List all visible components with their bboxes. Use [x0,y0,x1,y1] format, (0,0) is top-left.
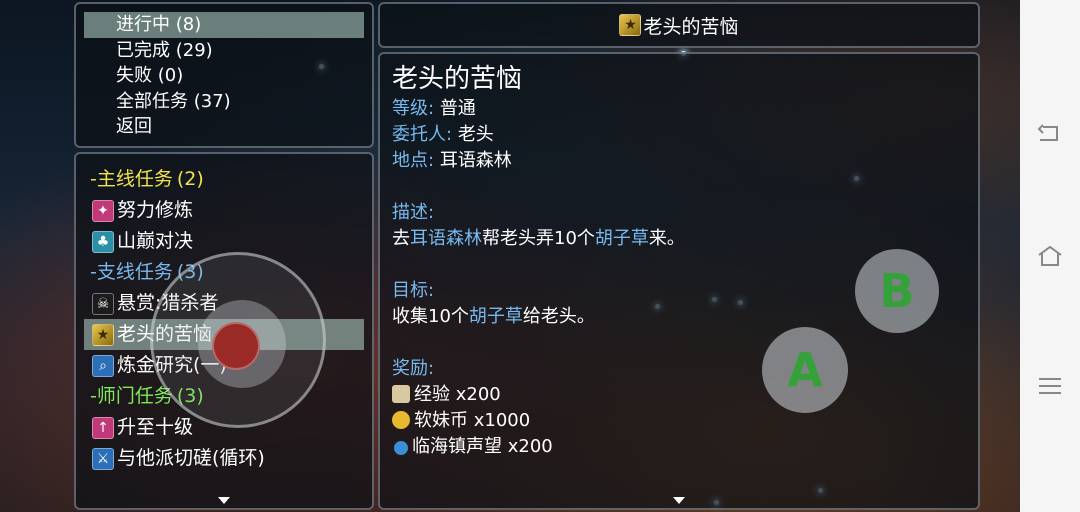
joystick-knob[interactable] [212,322,260,370]
reward-text: 软妹币 x1000 [414,410,531,431]
back-icon [1037,124,1058,141]
detail-header-title: 老头的苦恼 [643,15,739,38]
detail-header: ★ 老头的苦恼 [378,2,980,48]
level-value: 普通 [439,98,476,119]
reward-text: 临海镇声望 x200 [412,436,553,457]
category-main-title: -主线任务 [90,168,173,190]
desc-item-link: 胡子草 [594,228,649,249]
desc-text: 来。 [648,228,685,249]
quest-level: 等级: 普通 [392,96,966,122]
quest-filter-menu: 进行中 (8) 已完成 (29) 失败 (0) 全部任务 (37) 返回 [74,2,374,148]
filter-in-progress[interactable]: 进行中 (8) [84,12,364,38]
client-label: 委托人: [392,124,453,145]
reward-item: 经验 x200 [392,382,966,408]
reputation-icon [394,441,408,455]
home-nav-button[interactable] [1020,240,1080,272]
training-icon: ✦ [92,199,114,222]
quest-location: 地点: 耳语森林 [392,148,966,174]
quest-client: 委托人: 老头 [392,122,966,148]
category-side-title: -支线任务 [90,261,173,283]
filter-all[interactable]: 全部任务 (37) [84,89,364,115]
filter-failed[interactable]: 失败 (0) [84,63,364,89]
quest-label: 山巅对决 [117,230,194,252]
category-main[interactable]: -主线任务 (2) [84,164,364,195]
coin-icon [392,411,410,429]
menu-nav-button[interactable] [1020,370,1080,402]
tree-icon: ♣ [92,230,114,253]
scroll-down-arrow-icon[interactable] [673,497,685,504]
desc-text: 帮老头弄10个 [482,228,595,249]
quest-label: 努力修炼 [117,199,194,221]
quest-item[interactable]: ✦ 努力修炼 [84,195,364,226]
back-nav-button[interactable] [1020,118,1080,150]
quest-item[interactable]: ⚔ 与他派切磋(循环) [84,443,364,474]
quest-label: 升至十级 [117,416,194,438]
desc-place-link: 耳语森林 [410,228,482,249]
quest-description: 去耳语森林帮老头弄10个胡子草来。 [392,226,966,252]
a-button[interactable]: A [762,327,848,413]
goal-item-link: 胡子草 [468,306,523,327]
location-label: 地点: [392,150,435,171]
b-button[interactable]: B [855,249,939,333]
category-main-count: (2) [176,168,204,190]
reward-label: 奖励: [392,358,435,379]
category-master-title: -师门任务 [90,385,173,407]
reward-item: 临海镇声望 x200 [392,434,966,460]
star-scroll-icon: ★ [619,14,642,36]
scroll-down-arrow-icon[interactable] [218,497,230,504]
desc-text: 去 [392,228,410,249]
home-icon [1038,245,1062,266]
reward-text: 经验 x200 [414,384,501,405]
back-button[interactable]: 返回 [84,114,364,140]
quest-label: 与他派切磋(循环) [117,447,265,469]
exp-scroll-icon [392,385,410,403]
client-value: 老头 [457,124,494,145]
goal-text: 收集10个 [392,306,469,327]
magnifier-icon: ⌕ [92,354,114,377]
level-label: 等级: [392,98,435,119]
star-scroll-icon: ★ [92,323,114,346]
system-nav-bar [1020,0,1080,512]
desc-label: 描述: [392,202,435,223]
quest-title: 老头的苦恼 [392,64,523,94]
duel-icon: ⚔ [92,447,114,470]
location-value: 耳语森林 [439,150,512,171]
levelup-icon: ↑ [92,416,114,439]
filter-completed[interactable]: 已完成 (29) [84,38,364,64]
skull-icon: ☠ [92,292,114,315]
reward-item: 软妹币 x1000 [392,408,966,434]
goal-text: 给老头。 [522,306,595,327]
hamburger-icon [1039,378,1061,394]
